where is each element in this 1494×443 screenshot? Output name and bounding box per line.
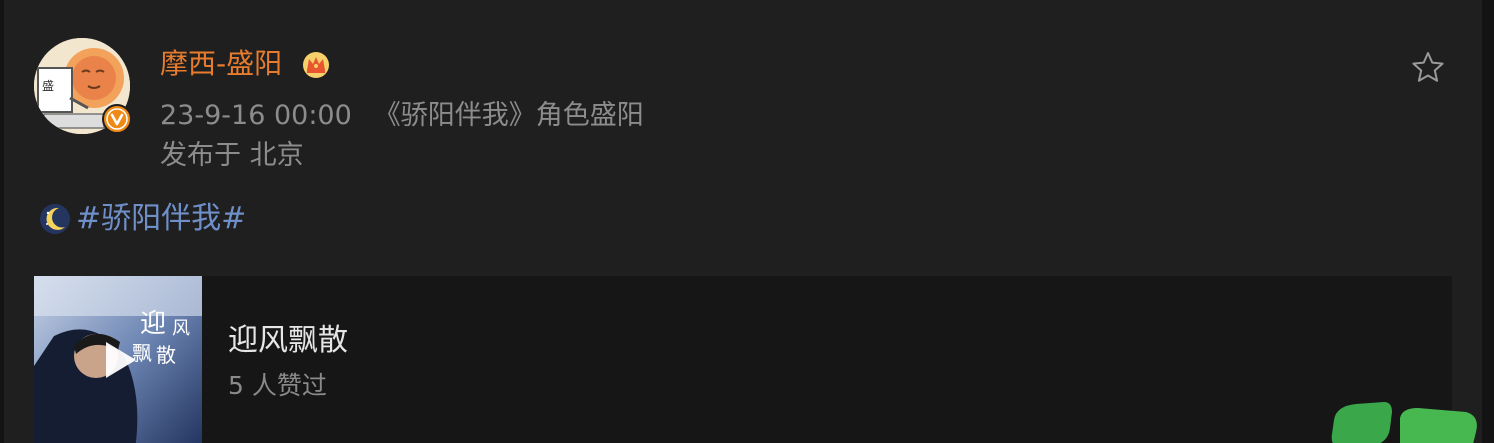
post-location: 发布于 北京	[160, 140, 304, 171]
hashtag-link[interactable]: #骄阳伴我#	[76, 199, 246, 239]
song-title[interactable]: 迎风飘散	[228, 320, 348, 362]
verified-badge-icon	[102, 104, 132, 134]
weibo-post-card: 盛 摩西-盛阳 23-9-16 00:00 《骄阳伴我》角色盛阳 发布于 北京 #…	[4, 0, 1482, 443]
album-cover[interactable]: 迎 风 飘 散	[34, 276, 202, 443]
svg-text:盛: 盛	[42, 78, 54, 93]
like-count: 5 人赞过	[228, 371, 327, 400]
star-icon[interactable]	[1410, 50, 1446, 86]
crown-icon	[303, 52, 329, 78]
play-icon[interactable]	[102, 338, 140, 382]
post-source: 《骄阳伴我》角色盛阳	[373, 100, 644, 131]
post-content: #骄阳伴我#	[38, 198, 246, 240]
post-meta: 23-9-16 00:00 《骄阳伴我》角色盛阳	[160, 96, 644, 136]
album-title-text: 迎	[140, 309, 166, 339]
floating-green-sticker[interactable]	[1326, 398, 1482, 443]
moon-icon	[40, 204, 70, 234]
album-title-text: 散	[156, 343, 176, 367]
album-title-text: 风	[172, 318, 190, 339]
music-card[interactable]: 迎 风 飘 散 迎风飘散 5 人赞过	[34, 276, 1452, 443]
author-name[interactable]: 摩西-盛阳	[160, 44, 282, 84]
post-timestamp[interactable]: 23-9-16 00:00	[160, 100, 352, 131]
